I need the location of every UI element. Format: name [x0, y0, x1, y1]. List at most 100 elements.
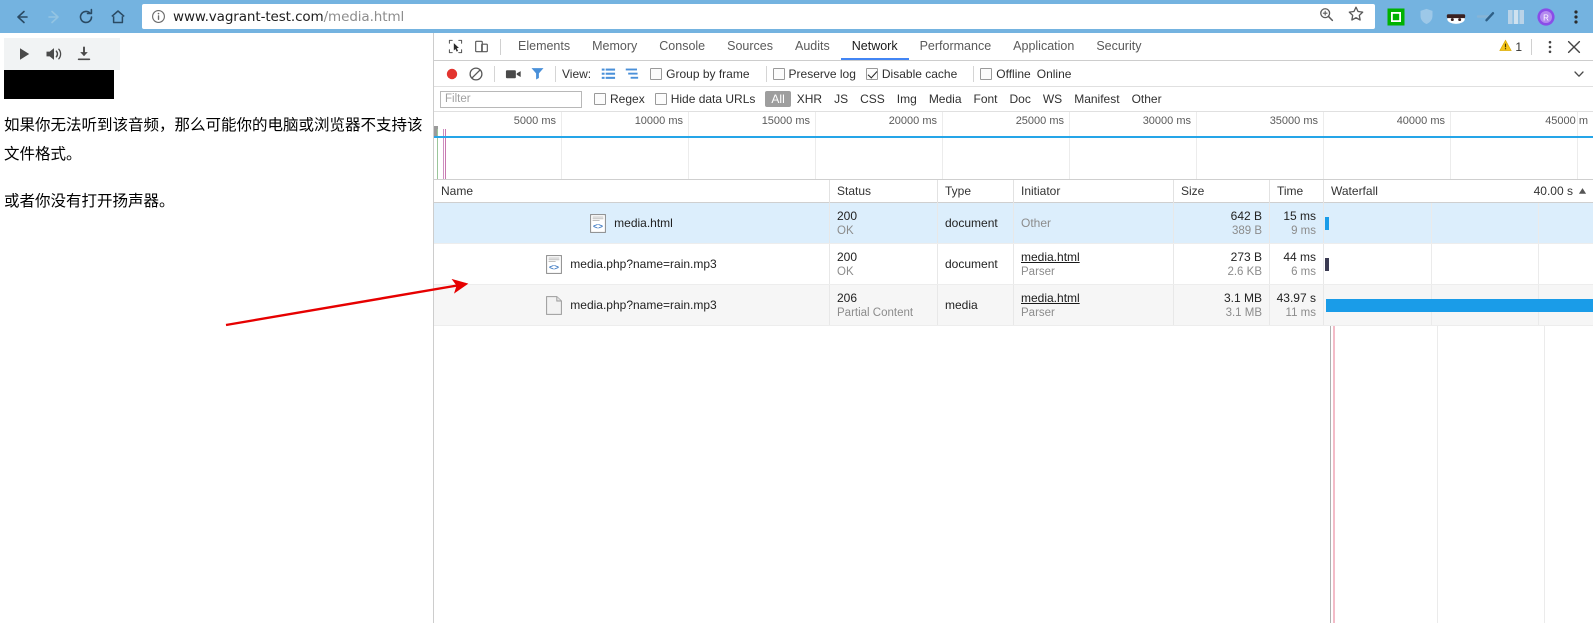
address-bar[interactable]: www.vagrant-test.com/media.html [142, 4, 1375, 29]
audio-player-controls[interactable] [4, 38, 120, 70]
play-icon[interactable] [10, 40, 38, 68]
forward-arrow-icon [45, 8, 63, 26]
back-arrow-icon [13, 8, 31, 26]
group-by-frame-box[interactable] [650, 67, 663, 80]
sort-ascending-icon[interactable] [1578, 180, 1587, 202]
overview-gridline [688, 112, 689, 179]
column-header-size[interactable]: Size [1174, 179, 1270, 203]
tab-console[interactable]: Console [648, 33, 716, 60]
filter-type-all[interactable]: All [765, 91, 791, 107]
page-info-icon[interactable] [151, 9, 166, 24]
row-status-code: 206 [837, 291, 858, 305]
disable-cache-box[interactable] [865, 67, 878, 80]
row-name-cell[interactable]: <> media.html [434, 203, 830, 243]
reload-button[interactable] [72, 3, 100, 31]
home-button[interactable] [104, 3, 132, 31]
preserve-log-box[interactable] [772, 67, 785, 80]
clear-no-entry-icon[interactable] [464, 62, 488, 86]
filter-type-xhr[interactable]: XHR [791, 91, 828, 107]
filter-funnel-icon[interactable] [525, 62, 549, 86]
large-rows-icon[interactable] [620, 62, 644, 86]
hide-data-urls-box[interactable] [654, 93, 667, 105]
regex-box[interactable] [594, 93, 606, 105]
green-square-extension-icon[interactable] [1381, 3, 1411, 31]
tab-audits[interactable]: Audits [784, 33, 841, 60]
tab-memory[interactable]: Memory [581, 33, 648, 60]
row-type-cell: document [938, 203, 1014, 243]
tab-application[interactable]: Application [1002, 33, 1085, 60]
filter-type-manifest[interactable]: Manifest [1068, 91, 1125, 107]
inspect-element-icon[interactable] [442, 35, 468, 59]
back-button[interactable] [8, 3, 36, 31]
row-time-value: 44 ms [1283, 250, 1316, 264]
row-waterfall-cell[interactable] [1324, 203, 1593, 243]
tab-elements[interactable]: Elements [507, 33, 581, 60]
regex-checkbox[interactable]: Regex [594, 92, 645, 106]
row-name-cell[interactable]: media.php?name=rain.mp3 [434, 285, 830, 325]
filter-type-js[interactable]: JS [828, 91, 854, 107]
online-throttling-label[interactable]: Online [1037, 67, 1072, 81]
waterfall-gridline [1544, 326, 1545, 623]
column-header-name[interactable]: Name [434, 179, 830, 203]
zoom-magnifier-icon[interactable] [1318, 6, 1335, 28]
chrome-menu-icon[interactable] [1561, 3, 1591, 31]
filter-type-font[interactable]: Font [968, 91, 1004, 107]
offline-checkbox[interactable]: Offline [980, 67, 1031, 81]
filter-type-media[interactable]: Media [923, 91, 968, 107]
table-row[interactable]: media.php?name=rain.mp3 206 Partial Cont… [434, 285, 1593, 326]
table-row[interactable]: <> media.html 200 OK document Other 642 … [434, 203, 1593, 244]
hide-data-urls-checkbox[interactable]: Hide data URLs [654, 92, 756, 106]
tab-sources[interactable]: Sources [716, 33, 784, 60]
grid-extension-icon[interactable] [1501, 3, 1531, 31]
shield-extension-icon[interactable] [1411, 3, 1441, 31]
address-bar-url: www.vagrant-test.com/media.html [173, 8, 405, 25]
filter-type-doc[interactable]: Doc [1004, 91, 1037, 107]
row-waterfall-cell[interactable] [1324, 244, 1593, 284]
capture-screenshots-icon[interactable] [501, 62, 525, 86]
table-row[interactable]: <> media.php?name=rain.mp3 200 OK docume… [434, 244, 1593, 285]
warning-indicator[interactable]: 1 [1499, 39, 1522, 55]
column-header-type[interactable]: Type [938, 179, 1014, 203]
chevron-down-icon[interactable] [1573, 68, 1587, 80]
column-header-status[interactable]: Status [830, 179, 938, 203]
star-bookmark-icon[interactable] [1347, 5, 1365, 28]
network-overview-graph[interactable]: 5000 ms 10000 ms 15000 ms 20000 ms 25000… [434, 112, 1593, 180]
filter-type-img[interactable]: Img [891, 91, 923, 107]
row-initiator-link[interactable]: media.html [1021, 250, 1166, 264]
filter-type-other[interactable]: Other [1126, 91, 1168, 107]
kebab-menu-icon[interactable] [1541, 37, 1559, 57]
group-by-frame-checkbox[interactable]: Group by frame [650, 67, 750, 81]
preserve-log-checkbox[interactable]: Preserve log [772, 67, 856, 81]
list-view-icon[interactable] [596, 62, 620, 86]
disable-cache-checkbox[interactable]: Disable cache [865, 67, 957, 81]
profile-avatar-icon[interactable]: R [1531, 3, 1561, 31]
tab-security[interactable]: Security [1085, 33, 1152, 60]
forward-button[interactable] [40, 3, 68, 31]
tab-network[interactable]: Network [840, 33, 909, 60]
volume-icon[interactable] [40, 40, 68, 68]
download-icon[interactable] [70, 40, 98, 68]
requests-table-body[interactable]: <> media.html 200 OK document Other 642 … [434, 203, 1593, 623]
overview-tick-label: 25000 ms [1015, 115, 1064, 127]
offline-box[interactable] [980, 67, 993, 80]
record-stop-icon[interactable] [440, 62, 464, 86]
tab-performance[interactable]: Performance [909, 33, 1003, 60]
column-header-waterfall[interactable]: Waterfall 40.00 s [1324, 180, 1593, 203]
ninja-mask-extension-icon[interactable] [1441, 3, 1471, 31]
column-header-time[interactable]: Time [1270, 179, 1324, 203]
filter-type-ws[interactable]: WS [1037, 91, 1068, 107]
device-toolbar-icon[interactable] [468, 35, 494, 59]
warning-count: 1 [1515, 39, 1522, 54]
overview-tick-label: 10000 ms [634, 115, 683, 127]
row-name-cell[interactable]: <> media.php?name=rain.mp3 [434, 244, 830, 284]
row-initiator-link[interactable]: media.html [1021, 291, 1166, 305]
close-icon[interactable] [1563, 37, 1585, 57]
filter-type-css[interactable]: CSS [854, 91, 891, 107]
row-waterfall-cell[interactable] [1324, 285, 1593, 325]
html-document-icon: <> [590, 213, 607, 233]
hide-data-urls-label: Hide data URLs [670, 92, 756, 106]
overview-tick-label: 30000 ms [1142, 115, 1191, 127]
blue-check-extension-icon[interactable] [1471, 3, 1501, 31]
column-header-initiator[interactable]: Initiator [1014, 179, 1174, 203]
filter-input[interactable] [440, 90, 582, 108]
